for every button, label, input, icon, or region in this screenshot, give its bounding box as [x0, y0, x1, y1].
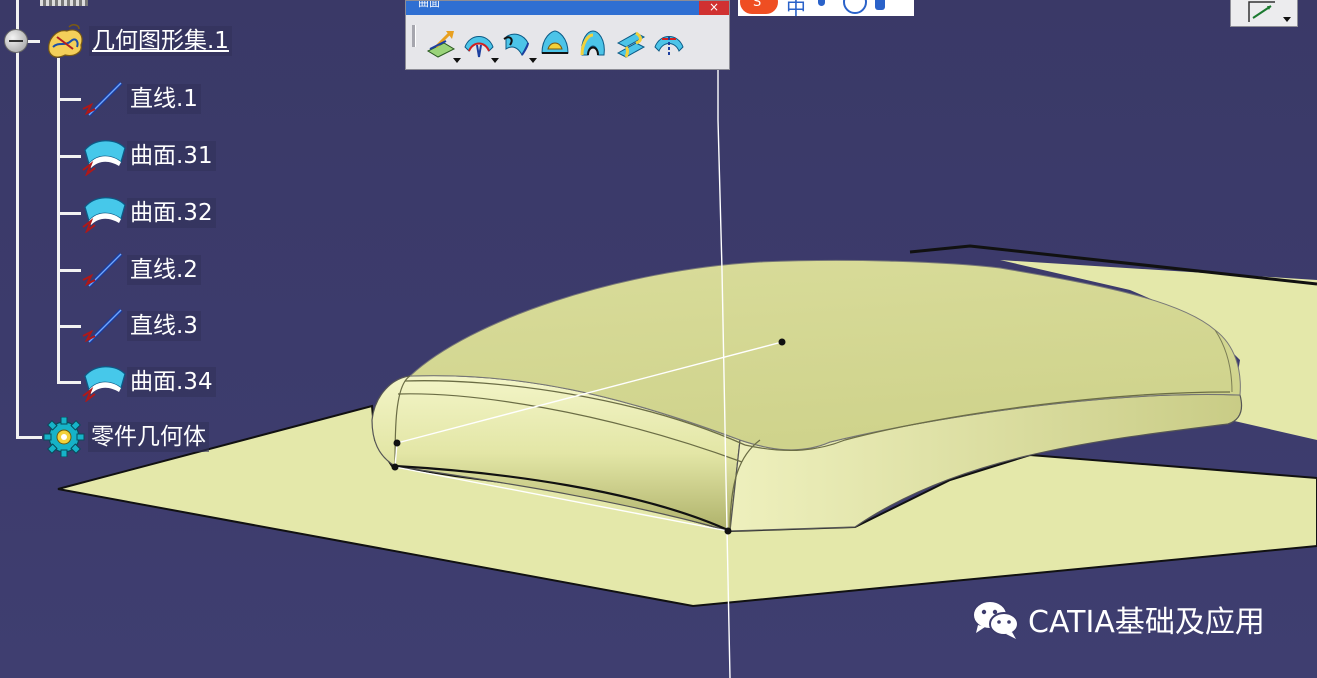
watermark: CATIA基础及应用: [970, 597, 1265, 641]
line-icon: [82, 81, 123, 117]
surface-icon: [82, 197, 126, 233]
geometrical-set-icon: [48, 24, 83, 58]
ime-logo-icon: S: [740, 0, 778, 14]
tree-node-line-2[interactable]: 直线.2: [81, 252, 201, 288]
point-marker[interactable]: [393, 439, 401, 447]
3d-viewport[interactable]: 几何图形集.1 直线.1 曲面.31 曲面.32 直线.2 直线.3 曲面.34…: [0, 0, 1317, 678]
tree-label-surface-31: 曲面.31: [127, 141, 216, 171]
revolve-surface-button[interactable]: [650, 27, 688, 65]
multi-section-surface-button[interactable]: [574, 27, 612, 65]
tree-node-surface-34[interactable]: 曲面.34: [81, 365, 216, 402]
close-icon: ×: [708, 1, 720, 14]
offset-surface-button[interactable]: [460, 27, 499, 65]
point-marker[interactable]: [724, 527, 732, 535]
extrude-surface-button[interactable]: [422, 27, 461, 65]
tree-label-surface-32: 曲面.32: [127, 198, 216, 228]
tree-node-line-1[interactable]: 直线.1: [81, 81, 201, 117]
toolbar-title: 曲面: [418, 1, 440, 9]
toolbar-titlebar[interactable]: 曲面 ×: [406, 1, 729, 15]
watermark-text: CATIA基础及应用: [1028, 605, 1265, 640]
tree-label-line-1: 直线.1: [127, 84, 201, 114]
tree-node-line-3[interactable]: 直线.3: [81, 308, 201, 344]
revolve-surface-icon: [654, 36, 684, 57]
tree-label-surface-34: 曲面.34: [127, 367, 216, 397]
compass-icon: [1248, 1, 1275, 22]
wechat-icon: [972, 600, 1019, 639]
fill-surface-icon: [541, 30, 569, 54]
view-compass-button[interactable]: [1230, 0, 1298, 27]
ime-punctuation-icon[interactable]: [818, 0, 825, 6]
blend-surface-button[interactable]: [612, 27, 650, 65]
ime-mode-toggle[interactable]: 中: [786, 0, 806, 16]
part-body-gear-icon: [43, 417, 85, 457]
fill-surface-button[interactable]: [536, 27, 574, 65]
blend-surface-icon: [616, 31, 646, 58]
tree-collapse-toggle[interactable]: [4, 29, 28, 53]
ime-emoji-icon[interactable]: [843, 0, 867, 14]
surface-icon: [82, 366, 126, 402]
tree-node-surface-32[interactable]: 曲面.32: [81, 196, 216, 233]
sweep-surface-icon: [503, 33, 529, 57]
tree-label-line-2: 直线.2: [127, 255, 201, 285]
offset-surface-icon: [464, 36, 494, 58]
tree-label-part-body: 零件几何体: [88, 422, 209, 452]
point-marker[interactable]: [778, 338, 786, 346]
sweep-surface-button[interactable]: [498, 27, 537, 65]
toolbar-drag-handle[interactable]: [412, 25, 416, 47]
tree-node-geometrical-set[interactable]: 几何图形集.1: [43, 24, 232, 58]
tree-node-part-body[interactable]: 零件几何体: [42, 417, 209, 457]
surfaces-toolbar[interactable]: 曲面 ×: [405, 0, 730, 70]
ime-voice-icon[interactable]: [875, 0, 885, 10]
line-icon: [82, 308, 123, 344]
multi-section-surface-icon: [580, 30, 605, 56]
tree-label-line-3: 直线.3: [127, 311, 201, 341]
point-marker[interactable]: [391, 463, 399, 471]
ime-status-bar[interactable]: S 中: [738, 0, 914, 16]
tree-node-surface-31[interactable]: 曲面.31: [81, 139, 216, 176]
extrude-surface-icon: [426, 31, 456, 58]
surface-icon: [82, 140, 126, 176]
tree-label-geometrical-set: 几何图形集.1: [89, 26, 232, 56]
toolbar-close-button[interactable]: ×: [699, 1, 729, 15]
line-icon: [82, 252, 123, 288]
